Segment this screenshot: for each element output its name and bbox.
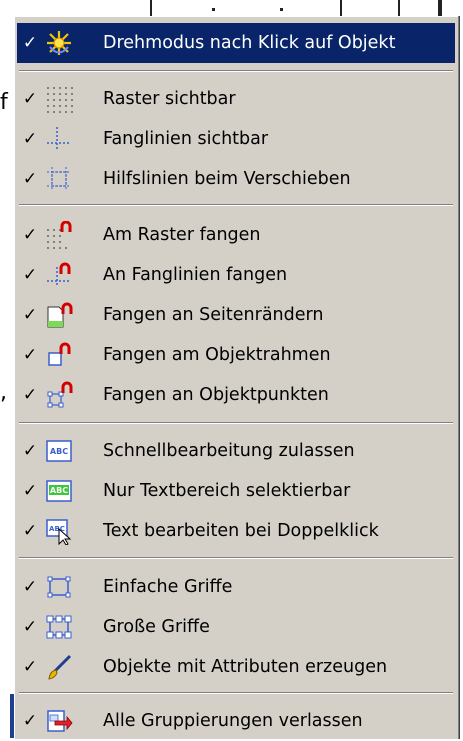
menu-item-einfache-griffe[interactable]: ✓ Einfache Griffe [17,567,455,607]
checkmark-icon: ✓ [22,225,38,245]
menu-separator [19,204,453,206]
menu-item-label: Am Raster fangen [103,225,261,245]
menu-item-objektrahmen[interactable]: ✓ Fangen am Objektrahmen [17,335,455,375]
menu-item-text-doppelklick[interactable]: ✓ ABC Text bearbeiten bei Doppelklick [17,511,455,551]
menu-item-schnellbearbeitung[interactable]: ✓ ABC Schnellbearbeitung zulassen [17,431,455,471]
rotate-sparkle-icon [43,27,75,59]
checkmark-icon: ✓ [22,385,38,405]
checkmark-icon: ✓ [22,441,38,461]
menu-item-label: Fangen an Objektpunkten [103,385,329,405]
svg-text:ABC: ABC [50,486,68,495]
helper-lines-icon [43,163,75,195]
menu-item-nur-textbereich[interactable]: ✓ ABC Nur Textbereich selektierbar [17,471,455,511]
menu-item-raster-sichtbar[interactable]: ✓ Raster sichtbar [17,79,455,119]
checkmark-icon: ✓ [22,129,38,149]
menu-item-grosse-griffe[interactable]: ✓ Große Griffe [17,607,455,647]
background-text-f: f [0,90,8,115]
menu-item-fanglinien-sichtbar[interactable]: ✓ Fanglinien sichtbar [17,119,455,159]
brush-attributes-icon [43,651,75,683]
checkmark-icon: ✓ [22,89,38,109]
menu-item-label: Drehmodus nach Klick auf Objekt [103,33,396,53]
menu-separator [19,557,453,559]
menu-item-objekte-attribute[interactable]: ✓ Objekte mit Attributen erzeugen [17,647,455,687]
menu-item-label: Nur Textbereich selektierbar [103,481,351,501]
ruler-dot [280,8,283,11]
menu-item-label: Fangen an Seitenrändern [103,305,324,325]
ruler-dot [212,8,215,11]
checkmark-icon: ✓ [22,33,38,53]
checkmark-icon: ✓ [22,617,38,637]
exit-groups-icon [43,705,75,737]
menu-item-hilfslinien[interactable]: ✓ Hilfslinien beim Verschieben [17,159,455,199]
svg-text:ABC: ABC [50,447,68,456]
menu-item-objektpunkten[interactable]: ✓ Fangen an Objektpunkten [17,375,455,415]
snap-object-frame-icon [43,339,75,371]
menu-item-label: Text bearbeiten bei Doppelklick [103,521,379,541]
menu-item-label: Objekte mit Attributen erzeugen [103,657,388,677]
menu-item-label: An Fanglinien fangen [103,265,288,285]
checkmark-icon: ✓ [22,577,38,597]
checkmark-icon: ✓ [22,169,38,189]
snap-lines-icon [43,123,75,155]
snap-to-grid-icon [43,219,75,251]
snap-to-lines-icon [43,259,75,291]
menu-item-label: Schnellbearbeitung zulassen [103,441,355,461]
ruler-tick [150,0,152,16]
checkmark-icon: ✓ [22,305,38,325]
checkmark-icon: ✓ [22,657,38,677]
menu-separator [19,692,453,694]
menu-separator [19,70,453,72]
menu-item-gruppierungen-verlassen[interactable]: ✓ Alle Gruppierungen verlassen [17,701,455,741]
ruler-tick [398,0,400,16]
large-handles-icon [43,611,75,643]
quick-edit-abc-icon: ABC [43,435,75,467]
context-menu: ✓ Drehmodus nach Klick auf Objekt ✓ Rast… [14,16,458,739]
menu-item-label: Raster sichtbar [103,89,236,109]
text-area-abc-icon: ABC [43,475,75,507]
simple-handles-icon [43,571,75,603]
menu-separator [19,422,453,424]
menu-item-label: Alle Gruppierungen verlassen [103,711,363,731]
menu-item-label: Große Griffe [103,617,210,637]
snap-page-margins-icon [43,299,75,331]
menu-item-label: Hilfslinien beim Verschieben [103,169,351,189]
menu-item-seitenraendern[interactable]: ✓ Fangen an Seitenrändern [17,295,455,335]
background-text-comma: , [0,380,7,405]
checkmark-icon: ✓ [22,521,38,541]
snap-object-points-icon [43,379,75,411]
menu-item-label: Einfache Griffe [103,577,233,597]
menu-item-drehmodus[interactable]: ✓ Drehmodus nach Klick auf Objekt [17,23,455,63]
checkmark-icon: ✓ [22,265,38,285]
menu-item-label: Fanglinien sichtbar [103,129,269,149]
dot-grid-icon [43,83,75,115]
ruler-tick [340,0,342,16]
checkmark-icon: ✓ [22,711,38,731]
menu-item-label: Fangen am Objektrahmen [103,345,331,365]
ruler-tick [438,0,442,16]
edit-text-cursor-icon: ABC [43,515,75,547]
menu-item-am-raster-fangen[interactable]: ✓ Am Raster fangen [17,215,455,255]
menu-item-an-fanglinien[interactable]: ✓ An Fanglinien fangen [17,255,455,295]
checkmark-icon: ✓ [22,345,38,365]
checkmark-icon: ✓ [22,481,38,501]
